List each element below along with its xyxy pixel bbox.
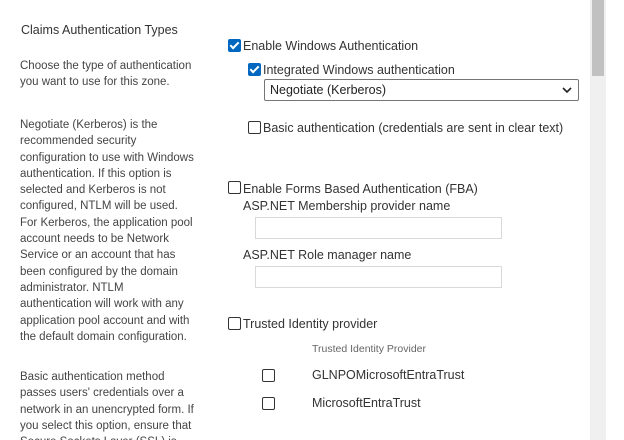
enable-fba-label[interactable]: Enable Forms Based Authentication (FBA) [243,182,478,196]
description-paragraph-2: Negotiate (Kerberos) is the recommended … [20,119,194,343]
role-manager-input[interactable] [255,266,502,288]
integrated-windows-auth-checkbox[interactable] [248,63,261,76]
provider-checkbox-microsoftentra[interactable] [262,397,275,410]
provider-name-microsoftentra: MicrosoftEntraTrust [312,396,421,410]
description-paragraph-1: Choose the type of authentication you wa… [20,60,192,89]
basic-auth-checkbox[interactable] [248,121,261,134]
membership-provider-label: ASP.NET Membership provider name [243,199,451,213]
claims-auth-page: Claims Authentication Types Choose the t… [0,0,624,440]
enable-fba-checkbox[interactable] [228,181,241,194]
vertical-scrollbar[interactable] [590,0,606,440]
enable-windows-auth-label[interactable]: Enable Windows Authentication [243,39,418,53]
trusted-identity-checkbox[interactable] [228,317,241,330]
membership-provider-input[interactable] [255,217,502,239]
enable-windows-auth-checkbox[interactable] [228,39,241,52]
role-manager-label: ASP.NET Role manager name [243,248,412,262]
provider-name-glnpo: GLNPOMicrosoftEntraTrust [312,368,465,382]
provider-checkbox-glnpo[interactable] [262,369,275,382]
integrated-windows-auth-label[interactable]: Integrated Windows authentication [263,63,455,77]
integrated-auth-select[interactable]: Negotiate (Kerberos) [264,79,579,101]
trusted-provider-column-header: Trusted Identity Provider [312,343,426,355]
chevron-down-icon [562,87,572,94]
scrollbar-thumb[interactable] [592,0,604,76]
trusted-identity-label[interactable]: Trusted Identity provider [243,317,377,331]
description-paragraph-3: Basic authentication method passes users… [20,371,194,440]
section-title: Claims Authentication Types [21,23,178,37]
integrated-auth-select-value: Negotiate (Kerberos) [270,83,387,97]
basic-auth-label[interactable]: Basic authentication (credentials are se… [263,121,563,135]
